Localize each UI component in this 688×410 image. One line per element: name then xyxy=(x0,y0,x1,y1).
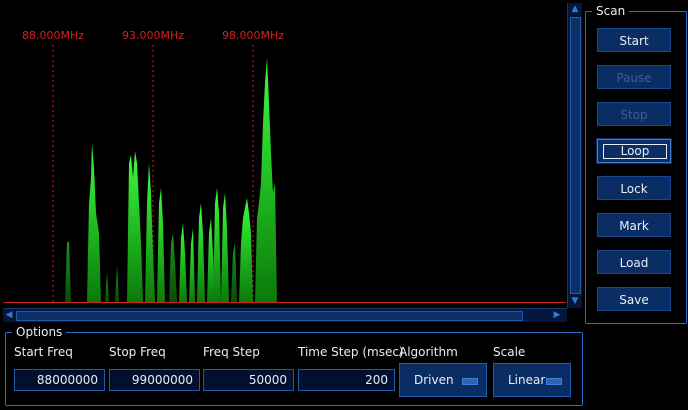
mark-button[interactable]: Mark xyxy=(597,213,671,237)
scroll-down-arrow-icon[interactable]: ▼ xyxy=(568,295,582,307)
scroll-up-arrow-icon[interactable]: ▲ xyxy=(568,3,582,15)
loop-button-label: Loop xyxy=(603,144,667,159)
signal-peak xyxy=(255,58,277,302)
time-step-label: Time Step (msec) xyxy=(298,345,404,359)
signal-peak xyxy=(179,223,187,302)
start-button[interactable]: Start xyxy=(597,28,671,52)
marker-label-93: 93.000MHz xyxy=(122,29,184,42)
signal-peak xyxy=(197,203,205,302)
horizontal-scrollbar[interactable]: ◀ ▶ xyxy=(3,308,567,322)
signal-peak xyxy=(127,151,143,302)
marker-label-88: 88.000MHz xyxy=(22,29,84,42)
algorithm-label: Algorithm xyxy=(399,345,458,359)
signal-peak xyxy=(87,143,101,302)
signal-peak xyxy=(221,193,229,302)
algorithm-select-value: Driven xyxy=(414,373,454,387)
signal-peaks xyxy=(65,58,277,302)
stop-button[interactable]: Stop xyxy=(597,102,671,126)
load-button[interactable]: Load xyxy=(597,250,671,274)
scan-group: Scan Start Pause Stop Loop Lock Mark Loa… xyxy=(585,4,687,324)
save-button[interactable]: Save xyxy=(597,287,671,311)
freq-step-label: Freq Step xyxy=(203,345,260,359)
freq-step-input[interactable]: 50000 xyxy=(203,369,294,391)
signal-peak xyxy=(157,188,165,302)
signal-peak xyxy=(169,233,177,302)
scale-label: Scale xyxy=(493,345,526,359)
signal-peak xyxy=(239,198,253,302)
scroll-left-arrow-icon[interactable]: ◀ xyxy=(3,309,15,322)
scale-select[interactable]: Linear xyxy=(493,363,571,397)
algorithm-select[interactable]: Driven xyxy=(399,363,487,397)
signal-peak xyxy=(145,163,155,302)
start-freq-label: Start Freq xyxy=(14,345,73,359)
spectrum-display[interactable]: 88.000MHz 93.000MHz 98.000MHz xyxy=(3,3,566,306)
scale-select-value: Linear xyxy=(508,373,546,387)
signal-peak xyxy=(231,243,237,302)
spectrum-plot: 88.000MHz 93.000MHz 98.000MHz xyxy=(3,29,566,303)
dropdown-indicator-icon xyxy=(462,378,478,385)
signal-peak xyxy=(105,273,109,302)
loop-button[interactable]: Loop xyxy=(596,138,672,164)
scroll-right-arrow-icon[interactable]: ▶ xyxy=(551,309,563,322)
pause-button[interactable]: Pause xyxy=(597,65,671,89)
vertical-scroll-thumb[interactable] xyxy=(570,17,581,294)
signal-peak xyxy=(213,188,221,302)
time-step-input[interactable]: 200 xyxy=(298,369,395,391)
signal-peak xyxy=(189,228,195,302)
horizontal-scroll-thumb[interactable] xyxy=(16,311,523,321)
vertical-scrollbar[interactable]: ▲ ▼ xyxy=(567,3,582,308)
options-group-title: Options xyxy=(12,325,67,339)
start-freq-input[interactable]: 88000000 xyxy=(14,369,105,391)
signal-peak xyxy=(115,265,119,302)
stop-freq-label: Stop Freq xyxy=(109,345,166,359)
lock-button[interactable]: Lock xyxy=(597,176,671,200)
dropdown-indicator-icon xyxy=(546,378,562,385)
scan-group-title: Scan xyxy=(592,4,630,18)
stop-freq-input[interactable]: 99000000 xyxy=(109,369,200,391)
options-group: Options Start Freq Stop Freq Freq Step T… xyxy=(5,325,583,406)
marker-label-98: 98.000MHz xyxy=(222,29,284,42)
signal-peak xyxy=(65,241,71,302)
